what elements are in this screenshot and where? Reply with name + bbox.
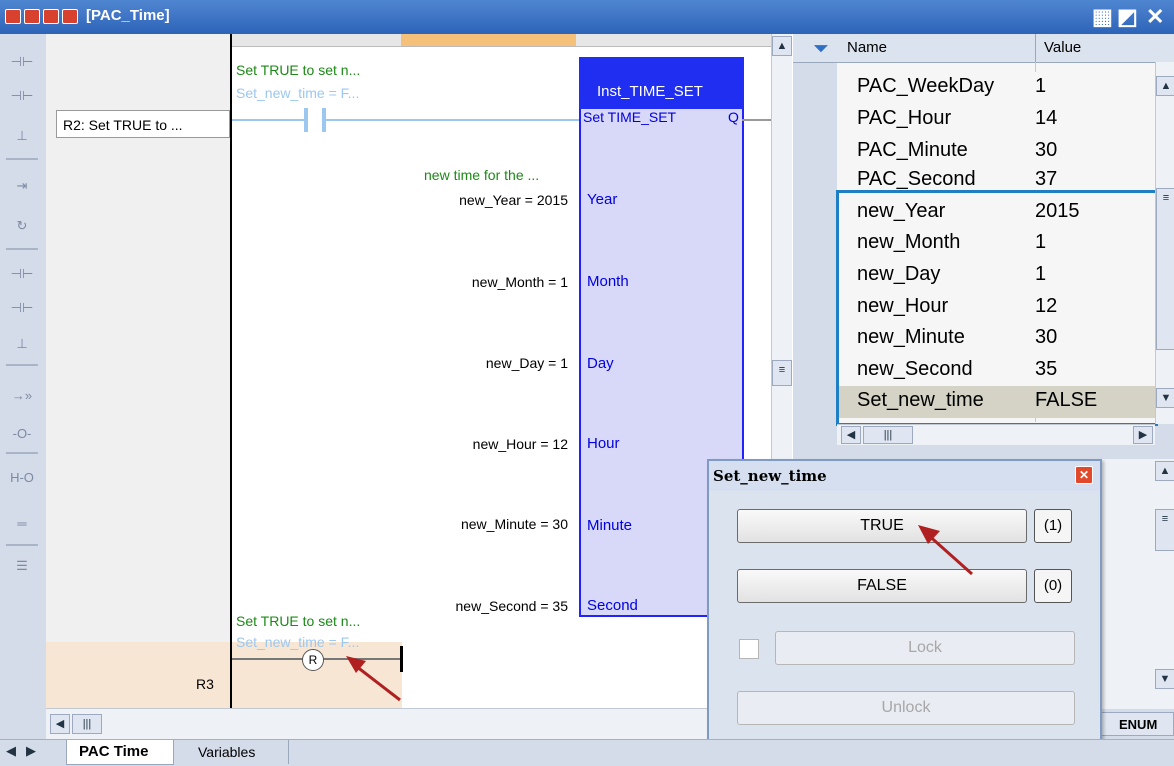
arrow-to-true <box>925 531 973 576</box>
annotation-arrows <box>346 525 973 702</box>
